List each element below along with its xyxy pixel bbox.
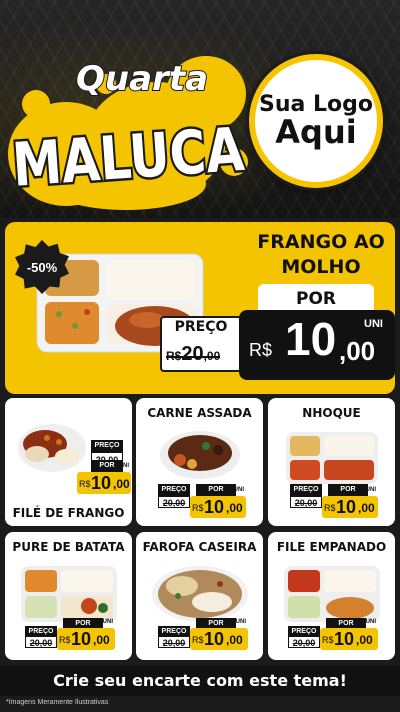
price-dec: ,00 <box>356 633 373 647</box>
preco-label: PREÇO <box>158 484 190 496</box>
price-dec: ,00 <box>226 501 243 515</box>
old-price: R$20,00 <box>166 343 221 366</box>
new-price: UNI R$ 10 ,00 <box>320 619 378 650</box>
product-card: CARNE ASSADA PREÇO 20,00 POR UNI R$ 10 ,… <box>136 398 263 526</box>
new-price: UNI R$ 10 ,00 <box>190 487 246 518</box>
price-currency: R$ <box>322 635 334 645</box>
product-name: NHOQUE <box>302 406 361 420</box>
old-price: 20,00 <box>288 636 320 648</box>
price-currency: R$ <box>192 503 204 513</box>
price-currency: R$ <box>192 635 204 645</box>
price-int: 10 <box>336 497 357 517</box>
uni-label: UNI <box>365 487 376 493</box>
uni-label: UNI <box>233 487 244 493</box>
product-image <box>21 566 117 622</box>
por-label: POR <box>196 484 236 496</box>
hero-banner: Quarta MALUCA Sua Logo Aqui <box>0 0 400 218</box>
price-dec: ,00 <box>358 501 375 515</box>
product-card: PURE DE BATATA PREÇO 20,00 POR UNI R$ 10… <box>5 532 132 660</box>
title-main-text: MALUCA <box>10 115 247 201</box>
por-label: POR <box>328 484 368 496</box>
preco-label: PREÇO <box>290 484 322 496</box>
new-price: UNI R$ 10 ,00 <box>57 619 115 650</box>
new-price: UNI R$ 10 ,00 <box>190 619 248 650</box>
uni-label: UNI <box>118 463 129 469</box>
old-price-box: PREÇO R$20,00 <box>160 316 242 372</box>
product-card: FAROFA CASEIRA PREÇO 20,00 POR UNI R$ 10… <box>136 532 263 660</box>
product-image <box>284 566 380 622</box>
new-price: UNI R$ 10 ,00 <box>77 463 131 494</box>
price-dec: ,00 <box>93 633 110 647</box>
price-int: 10 <box>71 629 92 649</box>
old-price-int: 20 <box>181 343 204 365</box>
price-dec: ,00 <box>226 633 243 647</box>
new-price-dec: ,00 <box>339 336 376 366</box>
old-price-currency: R$ <box>166 349 182 363</box>
preco-label: PREÇO <box>91 440 123 452</box>
preco-label: PREÇO <box>174 319 228 335</box>
title-top-text: Quarta <box>76 59 208 99</box>
logo-line2: Aqui <box>275 112 357 151</box>
price-tag: PREÇO 20,00 POR UNI R$ 10 ,00 <box>158 484 250 526</box>
price-tag: PREÇO 20,00 POR UNI R$ 10 ,00 <box>290 484 382 526</box>
price-int: 10 <box>204 629 225 649</box>
featured-offer: -50% FRANGO AO MOLHO POR PREÇO R$20,00 U… <box>5 222 395 394</box>
product-name: FAROFA CASEIRA <box>142 540 257 554</box>
product-name: PURE DE BATATA <box>12 540 125 554</box>
price-tag: PREÇO 20,00 POR UNI R$ 10 ,00 <box>288 618 380 660</box>
old-price: 20,00 <box>290 496 322 508</box>
uni-label: UNI <box>102 619 113 625</box>
featured-product-name: FRANGO AO MOLHO <box>257 231 385 278</box>
product-name: FILÉ DE FRANGO <box>12 506 125 520</box>
product-name: FILE EMPANADO <box>276 540 387 554</box>
title-artwork: Quarta MALUCA <box>8 56 249 210</box>
price-currency: R$ <box>324 503 336 513</box>
price-tag: PREÇO 20,00 POR UNI R$ 10 ,00 <box>77 440 132 494</box>
product-card: FILE EMPANADO PREÇO 20,00 POR UNI R$ 10 … <box>268 532 395 660</box>
old-price: 20,00 <box>25 636 57 648</box>
product-card: NHOQUE PREÇO 20,00 POR UNI R$ 10 ,00 <box>268 398 395 526</box>
price-int: 10 <box>204 497 225 517</box>
new-price-int: 10 <box>285 313 337 365</box>
price-tag: PREÇO 20,00 POR UNI R$ 10 ,00 <box>25 618 117 660</box>
price-int: 10 <box>334 629 355 649</box>
product-card: PREÇO 20,00 POR UNI R$ 10 ,00 FILÉ DE FR… <box>5 398 132 526</box>
uni-label: UNI <box>235 619 246 625</box>
disclaimer-text: *Imagens Meramente Ilustrativas <box>6 699 109 706</box>
price-dec: ,00 <box>113 477 130 491</box>
cta-banner[interactable]: Crie seu encarte com este tema! <box>0 666 400 696</box>
price-int: 10 <box>91 473 112 493</box>
old-price-dec: ,00 <box>203 349 221 363</box>
uni-label: UNI <box>365 619 376 625</box>
price-currency: R$ <box>79 479 91 489</box>
uni-label: UNI <box>364 318 383 330</box>
old-price: 20,00 <box>158 636 190 648</box>
product-name: CARNE ASSADA <box>147 406 252 420</box>
product-image <box>286 432 378 484</box>
new-price-currency: R$ <box>249 340 273 360</box>
logo-placeholder: Sua Logo Aqui <box>249 54 383 188</box>
product-image <box>152 566 248 622</box>
old-price: 20,00 <box>158 496 190 508</box>
product-image <box>160 431 240 479</box>
price-tag: PREÇO 20,00 POR UNI R$ 10 ,00 <box>158 618 250 660</box>
new-price: UNI R$ 10 ,00 <box>322 487 378 518</box>
price-currency: R$ <box>59 635 71 645</box>
new-price-box: UNI R$ 10 ,00 <box>239 310 395 380</box>
